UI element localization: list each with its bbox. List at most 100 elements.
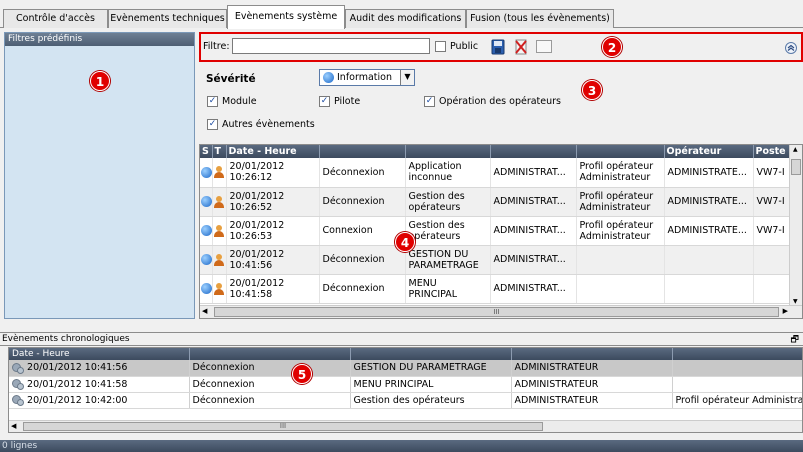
filter-bar: Filtre: Public 2 — [199, 32, 803, 62]
cell-date: 20/01/2012 — [229, 248, 285, 260]
gear-icon — [12, 395, 24, 406]
table-row[interactable]: 20/01/2012 10:42:00 Déconnexion Gestion … — [9, 392, 802, 409]
blank-filter-icon[interactable] — [536, 40, 552, 53]
cell-module: Gestion des — [408, 190, 465, 202]
chrono-header: Date - Heure — [9, 348, 802, 360]
chrono-table: Date - Heure 20/01/2012 10:41:56 Déconne… — [9, 348, 802, 409]
events-grid: S T Date - Heure Opérateur Poste 20/01/2… — [199, 144, 803, 319]
delete-filter-icon[interactable] — [514, 39, 528, 55]
cell-user: ADMINISTRAT... — [490, 158, 577, 188]
cell-time: 10:41:58 — [229, 288, 273, 300]
cell-user: ADMINISTRAT... — [490, 245, 577, 275]
autres-checkbox[interactable]: ✓ — [207, 119, 218, 130]
predefined-filters-title: Filtres prédéfinis — [5, 33, 194, 46]
cell-module-2: PARAMETRAGE — [408, 259, 479, 271]
cell-module-2: opérateurs — [408, 201, 461, 213]
scroll-down-icon[interactable]: ▼ — [793, 298, 798, 305]
scroll-thumb[interactable]: III — [23, 422, 543, 431]
tab-evenements-systeme[interactable]: Evènements système — [227, 5, 345, 29]
grid-vertical-scrollbar[interactable]: ▲ ▼ — [789, 145, 802, 306]
grid-horizontal-scrollbar[interactable]: ◀ III ▶ — [200, 305, 802, 318]
severity-label: Sévérité — [206, 73, 256, 85]
cell-module: Application — [408, 161, 462, 173]
cell-module-2: PRINCIPAL — [408, 288, 458, 300]
cell-action: Déconnexion — [189, 376, 351, 393]
col-empty[interactable] — [350, 348, 512, 360]
tab-evenements-techniques[interactable]: Evènements techniques — [108, 9, 227, 28]
cell-module: Gestion des opérateurs — [350, 392, 512, 409]
chevron-down-icon[interactable]: ▼ — [400, 70, 414, 85]
cell-profile: Profil opérateur — [579, 219, 654, 231]
chrono-title: Evènements chronologiques — [2, 334, 130, 344]
chrono-horizontal-scrollbar[interactable]: ◀ III — [9, 420, 802, 432]
cell-datetime: 20/01/2012 10:41:56 — [27, 362, 128, 374]
table-row[interactable]: 20/01/2012 10:41:58 Déconnexion MENU PRI… — [9, 376, 802, 393]
cell-profile — [672, 376, 802, 393]
cell-datetime: 20/01/2012 10:41:58 — [27, 378, 128, 390]
cell-user: ADMINISTRATEUR — [511, 376, 673, 393]
tab-fusion[interactable]: Fusion (tous les évènements) — [466, 9, 614, 28]
cell-profile: Profil opérateur — [579, 190, 654, 202]
cell-user: ADMINISTRAT... — [490, 274, 577, 304]
info-icon — [201, 166, 211, 178]
col-action[interactable] — [319, 145, 406, 158]
col-empty[interactable] — [511, 348, 673, 360]
severity-select[interactable]: Information ▼ — [319, 69, 415, 86]
user-icon — [213, 195, 224, 208]
col-datetime[interactable]: Date - Heure — [9, 348, 190, 360]
col-empty[interactable] — [189, 348, 351, 360]
save-icon[interactable] — [491, 39, 505, 55]
chrono-title-bar: Evènements chronologiques 🗗 — [0, 332, 803, 346]
table-row[interactable]: 20/01/2012 10:26:53 Connexion Gestion des… — [200, 216, 802, 246]
cell-module: Gestion des — [408, 219, 465, 231]
predefined-filters-panel: Filtres prédéfinis 1 — [4, 32, 195, 319]
public-label: Public — [450, 41, 479, 52]
table-row[interactable]: 20/01/2012 10:26:12 Déconnexion Applicati… — [200, 158, 802, 188]
user-icon — [213, 224, 224, 237]
col-s[interactable]: S — [200, 145, 213, 158]
operateurs-label: Opération des opérateurs — [439, 96, 562, 107]
table-row[interactable]: 20/01/2012 10:26:52 Déconnexion Gestion d… — [200, 187, 802, 217]
scroll-left-icon[interactable]: ◀ — [202, 307, 207, 315]
table-row[interactable]: 20/01/2012 10:41:56 Déconnexion GESTION D… — [200, 245, 802, 275]
col-date[interactable]: Date - Heure — [226, 145, 320, 158]
cell-action: Déconnexion — [189, 360, 351, 377]
gear-icon — [12, 362, 24, 374]
table-row[interactable]: 20/01/2012 10:41:58 Déconnexion MENU PRINC… — [200, 274, 802, 304]
col-module[interactable] — [405, 145, 491, 158]
marker-2: 2 — [602, 37, 622, 57]
events-area: Filtre: Public 2 Sévérité Information ▼ … — [199, 32, 803, 319]
scroll-up-icon[interactable]: ▲ — [793, 146, 798, 153]
col-t[interactable]: T — [212, 145, 227, 158]
cell-profile: Profil opérateur — [579, 161, 654, 173]
operateurs-checkbox[interactable]: ✓ — [424, 96, 435, 107]
tab-controle-acces[interactable]: Contrôle d'accès — [3, 9, 108, 28]
cell-module: GESTION DU PARAMETRAGE — [350, 360, 512, 377]
cell-module: MENU PRINCIPAL — [350, 376, 512, 393]
module-checkbox[interactable]: ✓ — [207, 96, 218, 107]
cell-action: Déconnexion — [319, 158, 406, 188]
filter-input[interactable] — [232, 38, 430, 54]
marker-5: 5 — [292, 364, 312, 384]
info-icon — [201, 225, 211, 236]
scroll-right-icon[interactable]: ▶ — [783, 307, 788, 315]
cell-time: 10:41:56 — [229, 259, 273, 271]
info-icon — [201, 196, 211, 207]
cell-profile-2: Administrateur — [579, 201, 651, 213]
tab-bar: Contrôle d'accès Evènements techniques E… — [0, 0, 803, 29]
collapse-up-icon[interactable] — [785, 42, 797, 54]
public-checkbox[interactable] — [435, 41, 446, 52]
scroll-thumb[interactable]: III — [214, 307, 779, 317]
col-empty[interactable] — [672, 348, 802, 360]
user-icon — [213, 253, 224, 266]
scroll-left-icon[interactable]: ◀ — [11, 422, 16, 430]
col-profile[interactable] — [576, 145, 665, 158]
table-row[interactable]: 20/01/2012 10:41:56 Déconnexion GESTION … — [9, 360, 802, 377]
col-user[interactable] — [490, 145, 577, 158]
restore-window-icon[interactable]: 🗗 — [791, 334, 799, 347]
pilote-checkbox[interactable]: ✓ — [319, 96, 330, 107]
scroll-thumb[interactable] — [791, 159, 801, 175]
col-operator[interactable]: Opérateur — [664, 145, 754, 158]
tab-audit-modifications[interactable]: Audit des modifications — [345, 9, 466, 28]
cell-user: ADMINISTRATEUR — [511, 360, 673, 377]
